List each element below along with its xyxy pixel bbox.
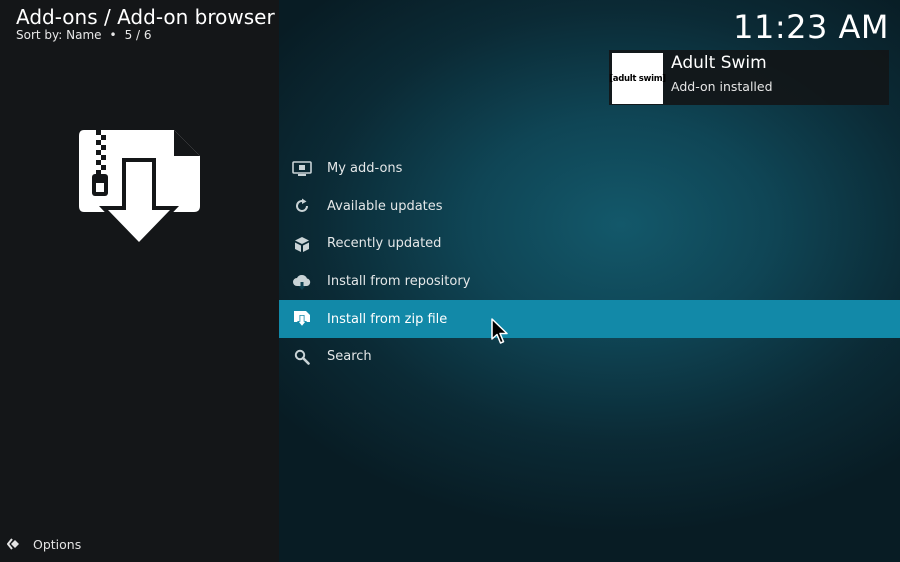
cloud-download-icon bbox=[291, 272, 313, 292]
refresh-icon bbox=[291, 196, 313, 216]
notification-message: Add-on installed bbox=[671, 79, 773, 94]
notification-toast: [adult swim] Adult Swim Add-on installed bbox=[609, 50, 889, 105]
menu-item-label: Install from repository bbox=[327, 274, 471, 290]
left-panel bbox=[0, 0, 279, 562]
menu-item-available-updates[interactable]: Available updates bbox=[279, 188, 900, 226]
menu-item-label: Search bbox=[327, 349, 372, 365]
menu-item-label: Available updates bbox=[327, 198, 443, 214]
menu-item-label: Recently updated bbox=[327, 236, 442, 252]
menu-item-install-from-repository[interactable]: Install from repository bbox=[279, 263, 900, 301]
zip-file-download-icon bbox=[79, 130, 200, 248]
separator: • bbox=[109, 28, 117, 42]
notification-title: Adult Swim bbox=[671, 53, 767, 73]
addon-menu: My add-ons Available updates Recently up… bbox=[279, 150, 900, 376]
options-button[interactable]: Options bbox=[6, 535, 81, 553]
menu-item-my-addons[interactable]: My add-ons bbox=[279, 150, 900, 188]
box-icon bbox=[291, 234, 313, 254]
options-icon bbox=[6, 535, 24, 553]
item-position: 5 / 6 bbox=[124, 28, 152, 42]
menu-item-label: My add-ons bbox=[327, 161, 403, 177]
monitor-icon bbox=[291, 159, 313, 179]
kodi-addon-browser: Add-ons / Add-on browser Sort by: Name • 5… bbox=[0, 0, 900, 562]
menu-item-install-from-zip[interactable]: Install from zip file bbox=[279, 300, 900, 338]
sort-label: Sort by: Name bbox=[16, 28, 102, 42]
clock: 11:23 AM bbox=[733, 8, 889, 46]
mouse-pointer-icon bbox=[491, 318, 508, 344]
menu-item-label: Install from zip file bbox=[327, 311, 448, 327]
addon-thumbnail: [adult swim] bbox=[609, 53, 666, 104]
sort-info: Sort by: Name • 5 / 6 bbox=[16, 28, 152, 42]
page-title: Add-ons / Add-on browser bbox=[16, 5, 275, 29]
zip-download-icon bbox=[291, 309, 313, 329]
menu-item-recently-updated[interactable]: Recently updated bbox=[279, 225, 900, 263]
search-icon bbox=[291, 347, 313, 367]
menu-item-search[interactable]: Search bbox=[279, 338, 900, 376]
options-label: Options bbox=[33, 536, 82, 552]
